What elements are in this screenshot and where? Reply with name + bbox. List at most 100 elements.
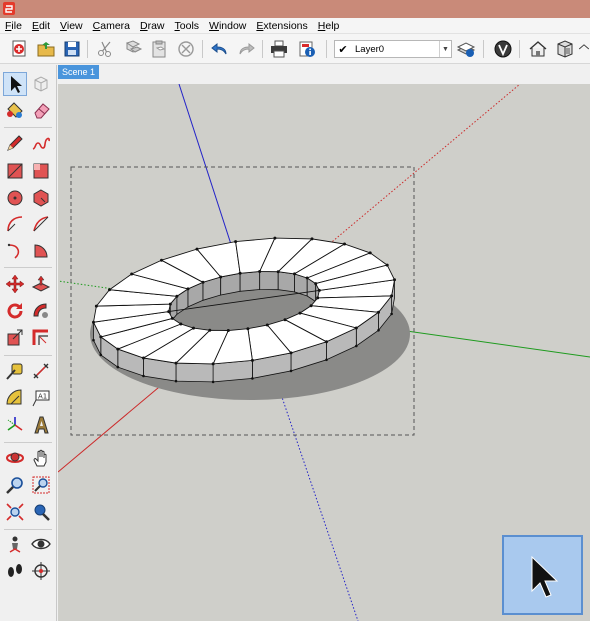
menu-extensions[interactable]: Extensions — [251, 18, 312, 33]
cursor-preview-panel — [502, 535, 583, 615]
polygon-tool[interactable] — [29, 186, 53, 210]
circle-tool[interactable] — [3, 186, 27, 210]
vertex-point — [116, 347, 120, 351]
model-info-button[interactable] — [296, 38, 318, 60]
menu-file[interactable]: File — [0, 18, 27, 33]
vertex-point — [142, 356, 145, 360]
copy-button[interactable] — [122, 38, 144, 60]
text-tool[interactable]: A1 — [29, 386, 53, 410]
new-model-button[interactable] — [8, 38, 30, 60]
line-tool[interactable] — [3, 131, 27, 155]
inner-wall-face — [277, 271, 295, 293]
vertex-point — [368, 251, 372, 255]
position-camera-tool[interactable] — [3, 532, 27, 556]
vertex-point — [393, 278, 396, 282]
component-icon — [34, 76, 48, 92]
zoom-tool[interactable] — [3, 473, 27, 497]
freehand-tool[interactable] — [29, 131, 53, 155]
previous-view-tool[interactable] — [29, 500, 53, 524]
move-tool[interactable] — [3, 272, 27, 296]
print-button[interactable] — [268, 38, 290, 60]
arrow-cursor-icon — [11, 76, 22, 93]
three-point-arc-icon — [7, 243, 20, 259]
look-around-tool[interactable] — [29, 532, 53, 556]
extension-button[interactable] — [578, 38, 590, 60]
make-component-tool[interactable] — [29, 72, 53, 96]
menu-window[interactable]: Window — [204, 18, 251, 33]
menu-camera[interactable]: Camera — [88, 18, 135, 33]
orbit-tool[interactable] — [3, 446, 27, 470]
rectangle-icon — [7, 163, 23, 179]
undo-button[interactable] — [209, 38, 231, 60]
vertex-point — [130, 272, 134, 276]
protractor-tool[interactable] — [3, 386, 27, 410]
paint-bucket-tool[interactable] — [3, 98, 27, 122]
toolbar-divider — [262, 40, 263, 58]
menu-tools[interactable]: Tools — [170, 18, 205, 33]
axes-tool[interactable] — [3, 413, 27, 437]
vertex-point — [289, 369, 293, 373]
tape-measure-icon — [6, 363, 23, 380]
3d-text-icon — [34, 416, 49, 434]
erase-circle-icon — [178, 41, 194, 57]
dimension-icon — [33, 363, 49, 379]
chevron-down-icon[interactable]: ▼ — [439, 41, 451, 57]
pie-tool[interactable] — [29, 239, 53, 263]
walk-tool[interactable] — [3, 559, 27, 583]
open-button[interactable] — [35, 38, 57, 60]
vertex-point — [179, 322, 183, 326]
two-point-arc-tool[interactable] — [29, 212, 53, 236]
vray-button[interactable] — [492, 38, 514, 60]
vertex-point — [377, 329, 380, 332]
tape-measure-tool[interactable] — [3, 359, 27, 383]
paste-button[interactable] — [148, 38, 170, 60]
vertex-point — [208, 328, 212, 332]
active-layer-check-icon: ✔ — [338, 43, 348, 56]
washer-model[interactable] — [90, 236, 410, 400]
warehouse-button[interactable] — [527, 38, 549, 60]
menu-view[interactable]: View — [55, 18, 88, 33]
toolbar-divider — [87, 40, 88, 58]
vertex-point — [175, 294, 179, 298]
dimension-tool[interactable] — [29, 359, 53, 383]
offset-icon — [32, 329, 48, 345]
three-point-arc-tool[interactable] — [3, 239, 27, 263]
vertex-point — [309, 304, 313, 308]
menu-help[interactable]: Help — [313, 18, 345, 33]
3d-text-tool[interactable] — [29, 413, 53, 437]
cut-button[interactable] — [94, 38, 116, 60]
main-toolbar: ✔ Layer0 ▼ — [0, 34, 590, 64]
pan-tool[interactable] — [29, 446, 53, 470]
scene-tab[interactable]: Scene 1 — [58, 65, 99, 79]
vertex-point — [298, 311, 302, 315]
rectangle-tool[interactable] — [3, 159, 27, 183]
save-button[interactable] — [61, 38, 83, 60]
rotate-tool[interactable] — [3, 299, 27, 323]
scale-tool[interactable] — [3, 326, 27, 350]
vertex-point — [99, 353, 103, 357]
erase-button[interactable] — [175, 38, 197, 60]
zoom-window-tool[interactable] — [29, 473, 53, 497]
menu-draw[interactable]: Draw — [135, 18, 170, 33]
menu-edit[interactable]: Edit — [27, 18, 55, 33]
components-button[interactable] — [554, 38, 576, 60]
rotated-rectangle-tool[interactable] — [29, 159, 53, 183]
follow-me-tool[interactable] — [29, 299, 53, 323]
select-tool[interactable] — [3, 72, 27, 96]
vertex-point — [99, 335, 103, 339]
freehand-squiggle-icon — [32, 137, 50, 150]
section-plane-tool[interactable] — [29, 559, 53, 583]
circle-icon — [7, 190, 23, 206]
layer-manager-button[interactable] — [455, 38, 477, 60]
layer-dropdown[interactable]: ✔ Layer0 ▼ — [334, 40, 452, 58]
vertex-point — [276, 270, 280, 274]
vertex-point — [142, 374, 145, 378]
vertex-point — [310, 237, 314, 241]
eraser-tool[interactable] — [29, 98, 53, 122]
offset-tool[interactable] — [29, 326, 53, 350]
zoom-extents-tool[interactable] — [3, 500, 27, 524]
protractor-icon — [6, 389, 22, 405]
arc-tool[interactable] — [3, 212, 27, 236]
redo-button[interactable] — [235, 38, 257, 60]
push-pull-tool[interactable] — [29, 272, 53, 296]
